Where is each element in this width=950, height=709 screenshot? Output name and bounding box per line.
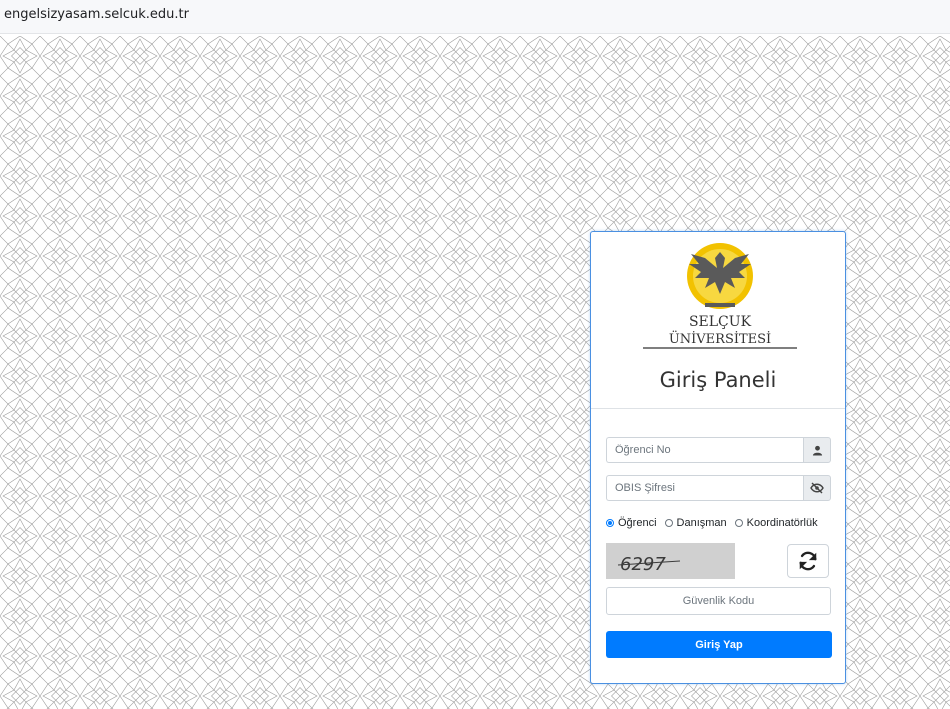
student-no-group [606,437,831,463]
logo-line1: SELÇUK [689,314,752,330]
logo-line2: ÜNİVERSİTESİ [669,330,771,347]
user-icon [803,437,831,463]
role-ogrenci[interactable]: Öğrenci [606,517,657,529]
login-button[interactable]: Giriş Yap [606,631,832,658]
password-group [606,475,831,501]
address-bar[interactable]: engelsizyasam.selcuk.edu.tr [0,0,950,34]
refresh-captcha-button[interactable] [787,544,829,578]
login-panel: SELÇUK ÜNİVERSİTESİ Giriş Paneli Öğrenci… [590,231,846,684]
eye-slash-icon[interactable] [803,475,831,501]
divider [591,408,845,409]
role-label: Koordinatörlük [746,517,818,529]
role-label: Öğrenci [618,517,657,529]
role-radio-group: Öğrenci Danışman Koordinatörlük [606,517,826,529]
role-label: Danışman [676,517,727,529]
captcha-image: 6297 [606,543,735,579]
student-no-input[interactable] [606,437,803,463]
panel-title: Giriş Paneli [659,368,777,392]
role-koordinatorluk[interactable]: Koordinatörlük [734,517,818,529]
role-danisman[interactable]: Danışman [664,517,727,529]
selcuk-university-logo: SELÇUK ÜNİVERSİTESİ [643,243,797,349]
url-text[interactable]: engelsizyasam.selcuk.edu.tr [4,7,189,22]
refresh-icon [799,551,817,571]
radio-danisman[interactable] [664,519,673,527]
radio-ogrenci[interactable] [606,519,614,527]
security-code-input[interactable] [606,587,831,615]
radio-koordinatorluk[interactable] [734,519,743,527]
password-input[interactable] [606,475,803,501]
